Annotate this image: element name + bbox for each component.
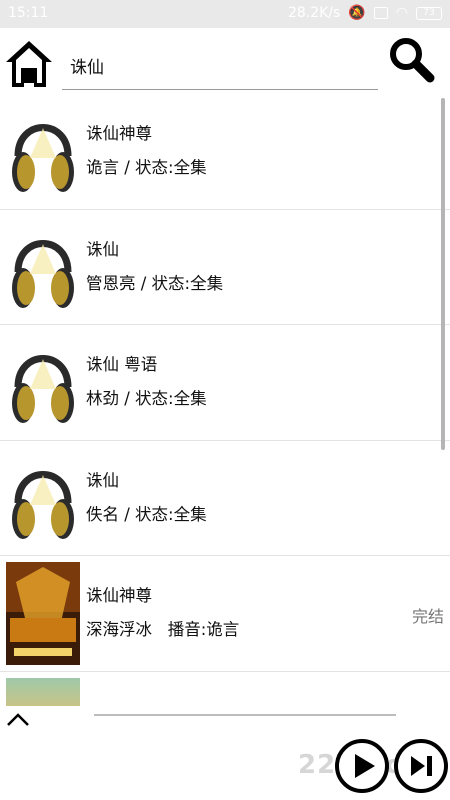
- headphones-thumbnail: [12, 239, 74, 308]
- search-header: 诛仙: [0, 28, 450, 94]
- list-scrollbar[interactable]: [441, 98, 445, 450]
- playback-progress[interactable]: [94, 714, 396, 716]
- home-button[interactable]: [4, 38, 54, 90]
- list-item[interactable]: 诛仙神尊 深海浮冰 播音:诡言 完结: [0, 556, 450, 672]
- collapse-player-button[interactable]: [6, 710, 30, 728]
- item-title: 诛仙 粤语: [86, 355, 158, 374]
- item-subtitle: 林劲 / 状态:全集: [86, 389, 207, 408]
- search-results-list[interactable]: 诛仙神尊 诡言 / 状态:全集 诛仙 管恩亮 / 状态:全集 诛仙 粤语 林劲 …: [0, 94, 450, 706]
- network-speed: 28.2K/s: [287, 5, 341, 21]
- item-title: 诛仙神尊: [86, 586, 152, 605]
- status-icons: 28.2K/s 🔕 ◠ 73: [288, 5, 442, 21]
- search-input[interactable]: 诛仙: [62, 50, 378, 90]
- item-title: 诛仙: [86, 470, 119, 490]
- item-title: 诛仙神尊: [86, 124, 152, 143]
- battery-indicator: 73: [416, 6, 442, 20]
- next-button[interactable]: [393, 738, 449, 794]
- skip-next-icon: [394, 739, 448, 793]
- item-subtitle: 佚名 / 状态:全集: [86, 504, 207, 524]
- list-item[interactable]: 诛仙 管恩亮 / 状态:全集: [0, 210, 450, 325]
- book-cover: [6, 562, 80, 665]
- item-subtitle: 深海浮冰 播音:诡言: [86, 620, 240, 639]
- status-badge: 完结: [411, 607, 444, 626]
- headphones-thumbnail: [12, 470, 74, 539]
- item-subtitle: 管恩亮 / 状态:全集: [86, 273, 224, 293]
- search-button[interactable]: [388, 36, 436, 84]
- chevron-up-icon: [7, 713, 29, 726]
- wifi-icon: ◠: [395, 5, 408, 21]
- list-item[interactable]: 诛仙 粤语 林劲 / 状态:全集: [0, 325, 450, 441]
- headphones-thumbnail: [12, 124, 74, 192]
- play-button[interactable]: [334, 738, 390, 794]
- notification-box-icon: [373, 7, 388, 19]
- item-title: 诛仙: [86, 239, 119, 259]
- mute-icon: 🔕: [348, 5, 366, 21]
- list-item[interactable]: 诛仙神尊 诡言 / 状态:全集: [0, 94, 450, 210]
- search-icon: [390, 38, 435, 83]
- player-bar: 2265.com: [0, 706, 450, 800]
- list-item[interactable]: 诛仙 佚名 / 状态:全集: [0, 441, 450, 556]
- item-subtitle: 诡言 / 状态:全集: [86, 158, 207, 177]
- status-bar: 15:11 28.2K/s 🔕 ◠ 73: [0, 0, 450, 28]
- headphones-thumbnail: [12, 355, 74, 423]
- status-time: 15:11: [8, 5, 49, 21]
- home-icon: [6, 41, 52, 87]
- play-icon: [335, 739, 389, 793]
